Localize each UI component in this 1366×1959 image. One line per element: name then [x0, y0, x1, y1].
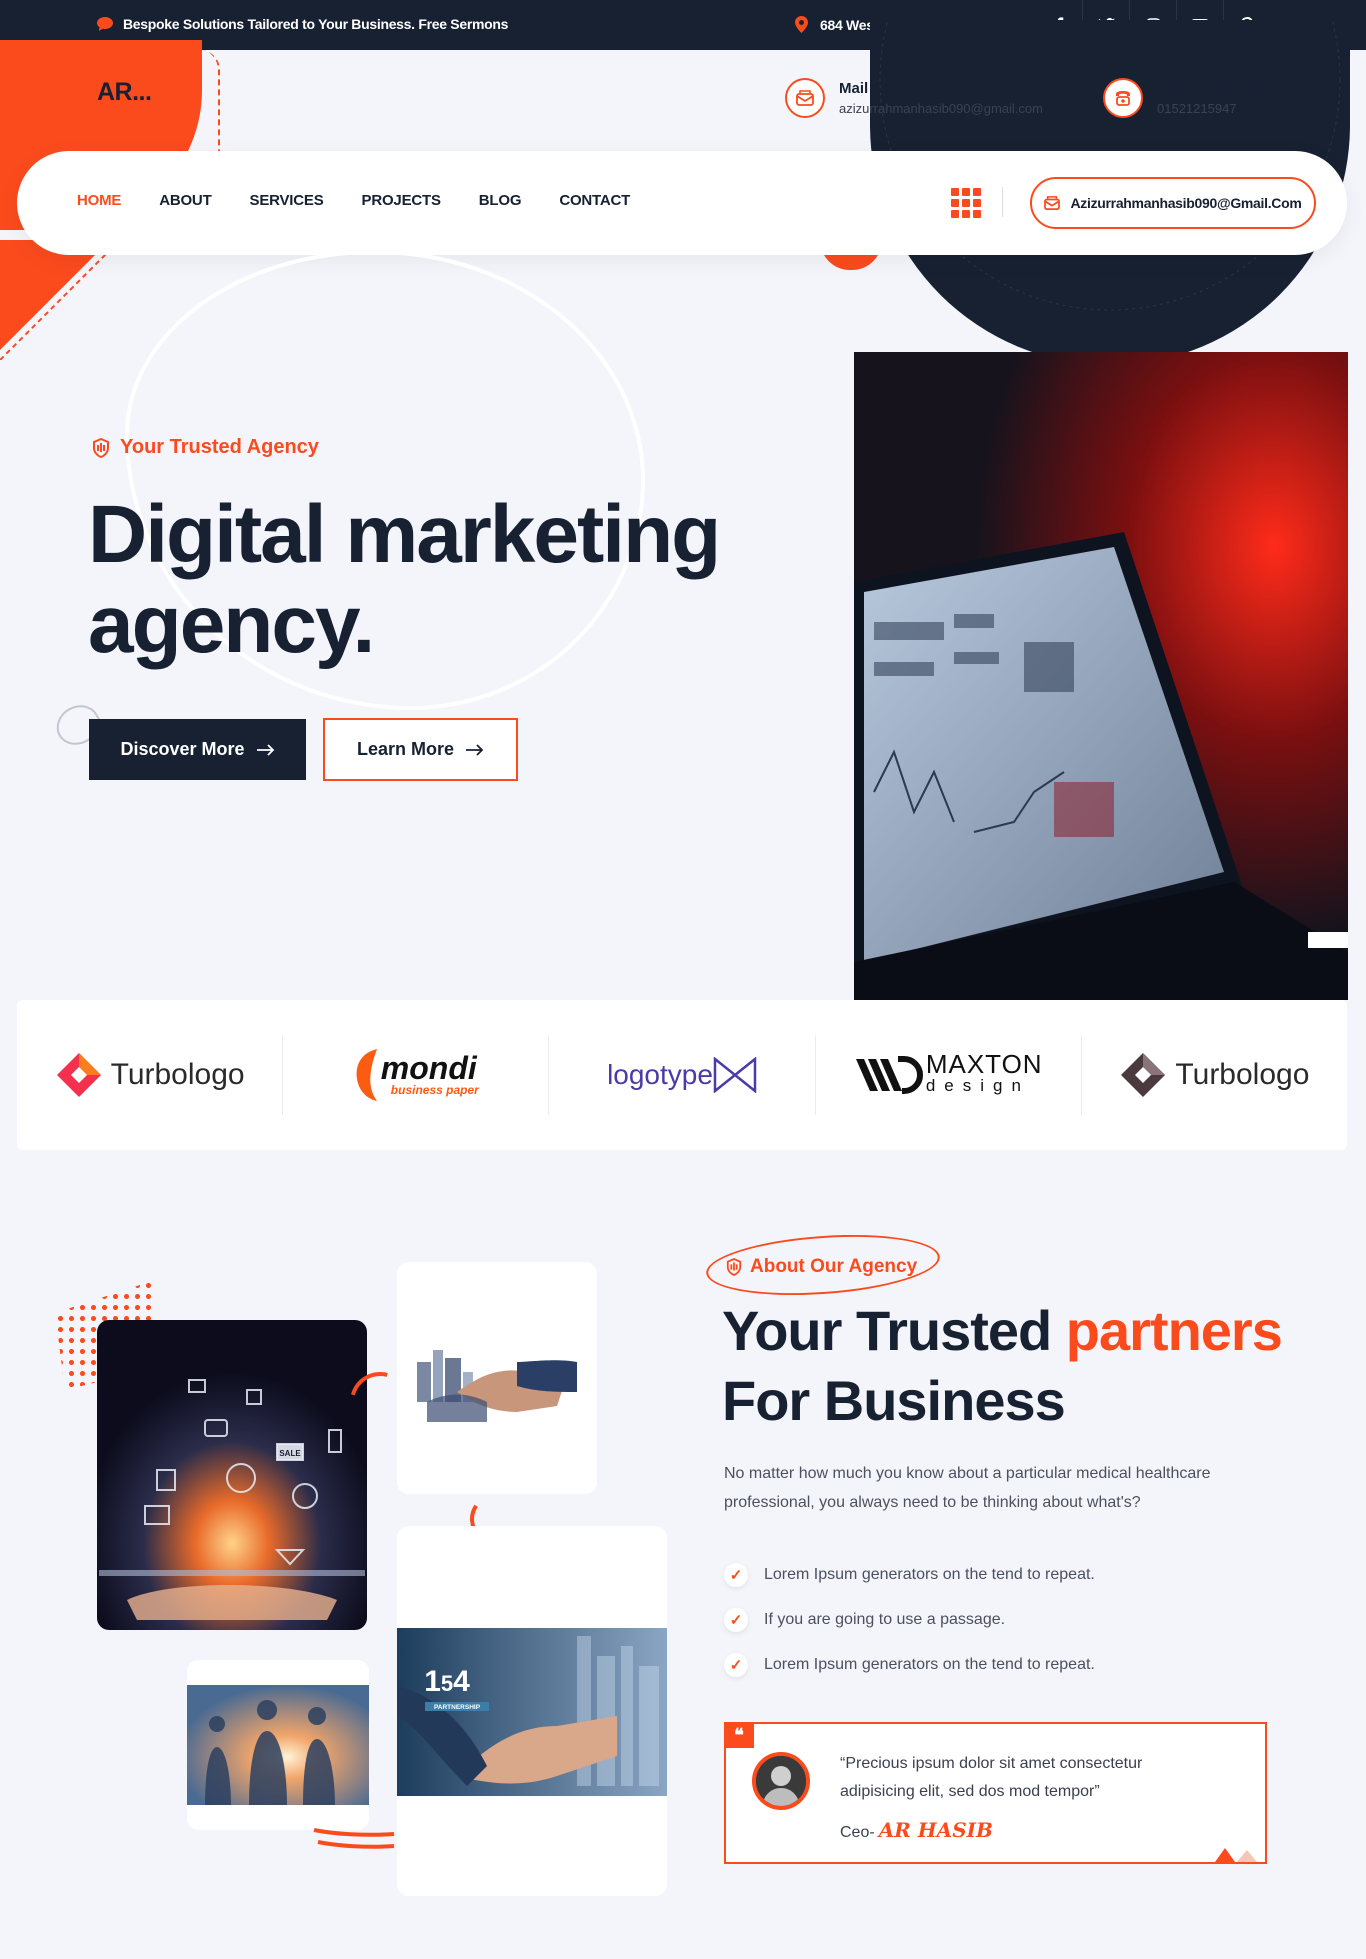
- quote-role: Ceo-: [840, 1824, 875, 1841]
- brand-name: Turbologo: [1175, 1058, 1310, 1091]
- badge-icon: [726, 1258, 742, 1276]
- quote-author: Ceo- AR HASIB: [840, 1818, 993, 1842]
- about-tag-text: About Our Agency: [750, 1256, 918, 1277]
- brand-subtitle: business paper: [390, 1083, 479, 1097]
- check-icon: ✓: [724, 1562, 748, 1587]
- brand-name: MAXTON: [925, 1049, 1043, 1079]
- orange-swoosh-decoration: [313, 1828, 395, 1849]
- about-checklist: ✓ Lorem Ipsum generators on the tend to …: [724, 1552, 1095, 1687]
- brand-name: mondi: [380, 1050, 477, 1086]
- learn-more-label: Learn More: [356, 739, 455, 759]
- chat-icon: [97, 17, 113, 31]
- phone-number-label: Phone Number: [1157, 80, 1264, 97]
- about-image-tech-hand: SALE: [97, 1320, 367, 1630]
- about-title-highlight: partners: [1065, 1299, 1283, 1362]
- about-title-part1: Your Trusted: [722, 1299, 1066, 1362]
- partnership-badge: PARTNERSHIP: [434, 1704, 481, 1711]
- quote-corner-decoration: [1215, 1848, 1257, 1862]
- brand-turbologo-1: Turbologo: [17, 1035, 284, 1115]
- about-description: No matter how much you know about a part…: [724, 1465, 1211, 1511]
- turbologo-icon: [56, 1053, 101, 1097]
- learn-more-button[interactable]: Learn More: [323, 718, 518, 781]
- top-bar-message-text: Bespoke Solutions Tailored to Your Busin…: [123, 16, 509, 32]
- checklist-item: ✓ Lorem Ipsum generators on the tend to …: [724, 1552, 1095, 1597]
- hero-tag: Your Trusted Agency: [92, 436, 319, 459]
- brand-turbologo-2: Turbologo: [1082, 1035, 1347, 1115]
- quote-text: “Precious ipsum dolor sit amet consectet…: [840, 1755, 1143, 1800]
- brand-subtitle: design: [925, 1076, 1030, 1095]
- nav-item-blog[interactable]: BLOG: [479, 192, 522, 209]
- mail-address-block: Mail Address azizurrahmanhasib090@gmail.…: [785, 78, 1043, 118]
- brand-logotype: logotype: [549, 1035, 816, 1115]
- hero-laptop-image: [854, 352, 1348, 1000]
- phone-icon: [1103, 78, 1143, 118]
- nav-item-about[interactable]: ABOUT: [159, 192, 212, 209]
- maxton-icon: [855, 1056, 923, 1094]
- phone-number-block: Phone Number 01521215947: [1103, 78, 1264, 118]
- avatar: [752, 1752, 810, 1810]
- mail-icon: [785, 78, 825, 118]
- brand-mondi: mondi business paper: [283, 1035, 550, 1115]
- turbologo-icon: [1121, 1053, 1166, 1097]
- grid-menu-icon[interactable]: [951, 188, 981, 218]
- discover-more-button[interactable]: Discover More: [89, 719, 306, 780]
- about-image-business-people: [187, 1660, 369, 1830]
- brand-name: logotype: [607, 1059, 713, 1090]
- brand-maxton: MAXTON design: [816, 1035, 1082, 1115]
- mail-address-label: Mail Address: [839, 80, 932, 97]
- about-tag: About Our Agency: [726, 1256, 917, 1278]
- phone-number-value[interactable]: 01521215947: [1157, 101, 1264, 116]
- mail-icon: [1044, 196, 1061, 210]
- about-title-line2: For Business: [722, 1369, 1066, 1432]
- discover-more-label: Discover More: [120, 739, 245, 759]
- about-title: Your Trusted partners For Business: [722, 1296, 1283, 1436]
- quote-signature: AR HASIB: [878, 1818, 993, 1842]
- checklist-item-text: Lorem Ipsum generators on the tend to re…: [764, 1565, 1095, 1583]
- arrow-right-icon: [256, 743, 274, 756]
- about-image-partnership-handshake: 154 PARTNERSHIP: [397, 1526, 667, 1896]
- top-bar-message: Bespoke Solutions Tailored to Your Busin…: [97, 16, 508, 32]
- nav-item-contact[interactable]: CONTACT: [559, 192, 630, 209]
- check-icon: ✓: [724, 1607, 748, 1632]
- checklist-item: ✓ If you are going to use a passage.: [724, 1597, 1095, 1642]
- nav-divider: [1002, 187, 1003, 217]
- header-orange-triangle: [0, 240, 119, 360]
- logotype-bowtie-icon: [713, 1057, 757, 1093]
- mail-address-value[interactable]: azizurrahmanhasib090@gmail.com: [839, 101, 1043, 116]
- location-pin-icon: [795, 16, 808, 33]
- scroll-to-top-tab[interactable]: [1308, 932, 1348, 948]
- badge-icon: [93, 437, 109, 458]
- nav-item-projects[interactable]: PROJECTS: [362, 192, 441, 209]
- main-navigation: HOME ABOUT SERVICES PROJECTS BLOG CONTAC…: [17, 151, 1347, 255]
- checklist-item-text: Lorem Ipsum generators on the tend to re…: [764, 1655, 1095, 1673]
- sale-tag: SALE: [277, 1444, 303, 1460]
- hero-title-line2: agency.: [88, 579, 375, 670]
- arrow-right-icon: [466, 743, 484, 756]
- testimonial-quote: ❝ “Precious ipsum dolor sit amet consect…: [724, 1722, 1267, 1864]
- hero-tag-text: Your Trusted Agency: [120, 436, 319, 458]
- quote-icon: ❝: [724, 1722, 754, 1748]
- brand-name: Turbologo: [110, 1058, 245, 1091]
- brand-logos-strip: Turbologo mondi business paper logotype …: [17, 1000, 1347, 1150]
- hero-title-line1: Digital marketing: [88, 489, 721, 580]
- checklist-item: ✓ Lorem Ipsum generators on the tend to …: [724, 1642, 1095, 1687]
- checklist-item-text: If you are going to use a passage.: [764, 1610, 1006, 1628]
- nav-menu: HOME ABOUT SERVICES PROJECTS BLOG CONTAC…: [77, 192, 630, 209]
- nav-item-services[interactable]: SERVICES: [250, 192, 324, 209]
- site-logo[interactable]: AR...: [97, 78, 152, 107]
- mondi-icon: [356, 1049, 377, 1101]
- nav-item-home[interactable]: HOME: [77, 192, 121, 209]
- about-image-handshake-city: [397, 1262, 597, 1494]
- check-icon: ✓: [724, 1652, 748, 1677]
- hero-title: Digital marketing agency.: [88, 489, 721, 670]
- email-button[interactable]: Azizurrahmanhasib090@Gmail.Com: [1030, 177, 1316, 229]
- sale-label: SALE: [279, 1449, 301, 1458]
- email-button-label: Azizurrahmanhasib090@Gmail.Com: [1070, 195, 1302, 211]
